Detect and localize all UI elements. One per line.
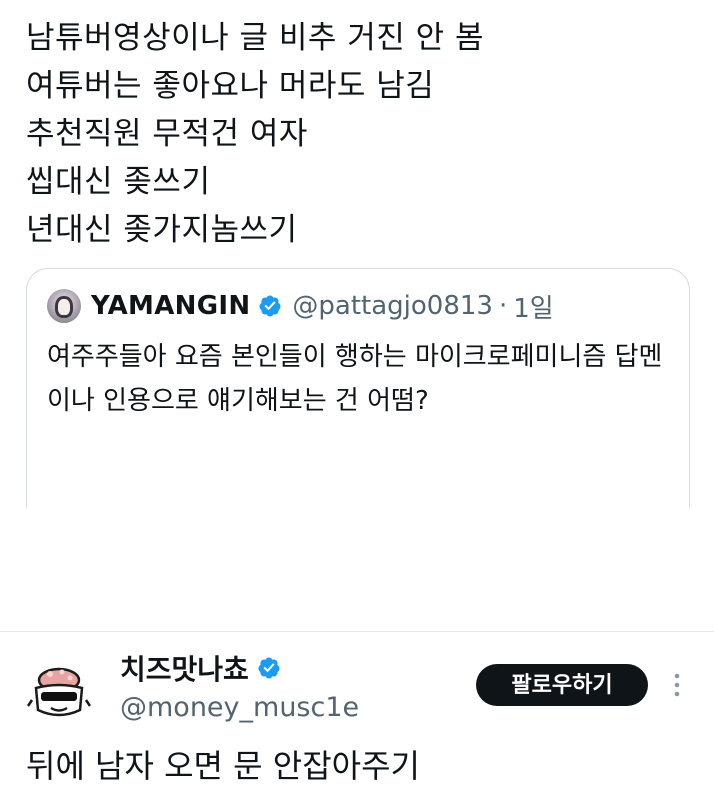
tweet-line: 추천직원 무적건 여자 <box>26 116 308 152</box>
verified-badge-icon <box>259 295 281 317</box>
tweet-screenshot: 남튜버영상이나 글 비추 거진 안 봄 여튜버는 좋아요나 머라도 남김 추천직… <box>0 0 714 801</box>
cropped-text-remnant <box>26 792 306 801</box>
divider <box>0 631 714 632</box>
tweet-line: 년대신 좆가지놈쓰기 <box>26 212 298 248</box>
quoted-tweet-date[interactable]: 1일 <box>513 288 553 325</box>
tweet-line: 씹대신 좆쓰기 <box>26 164 211 200</box>
verified-badge-icon <box>258 657 280 679</box>
separator-dot: · <box>498 291 508 321</box>
reply-user-avatar[interactable] <box>24 656 94 726</box>
tweet-line: 남튜버영상이나 글 비추 거진 안 봄 <box>26 20 485 56</box>
follow-button[interactable]: 팔로우하기 <box>476 664 648 706</box>
quoted-user-avatar[interactable] <box>47 289 81 323</box>
more-options-icon[interactable] <box>668 670 686 700</box>
reply-tweet-text: 뒤에 남자 오면 문 안잡아주기 <box>26 747 420 785</box>
quoted-tweet-header: YAMANGIN @pattagjo0813 · 1일 <box>47 288 554 325</box>
reply-user-name[interactable]: 치즈맛나쵸 <box>120 648 249 688</box>
quoted-tweet-card[interactable]: YAMANGIN @pattagjo0813 · 1일 여주주들아 요즘 본인들… <box>26 268 690 508</box>
quoted-user-name[interactable]: YAMANGIN <box>91 291 250 321</box>
quoted-tweet-text: 여주주들아 요즘 본인들이 행하는 마이크로페미니즘 답멘이나 인용으로 얘기해… <box>47 342 663 416</box>
reply-user-handle[interactable]: @money_musc1e <box>120 692 359 723</box>
tweet-line: 여튜버는 좋아요나 머라도 남김 <box>26 68 435 104</box>
tweet-body: 남튜버영상이나 글 비추 거진 안 봄 여튜버는 좋아요나 머라도 남김 추천직… <box>26 14 484 254</box>
reply-user-name-row: 치즈맛나쵸 <box>120 648 291 688</box>
quoted-user-handle[interactable]: @pattagjo0813 <box>292 291 493 321</box>
